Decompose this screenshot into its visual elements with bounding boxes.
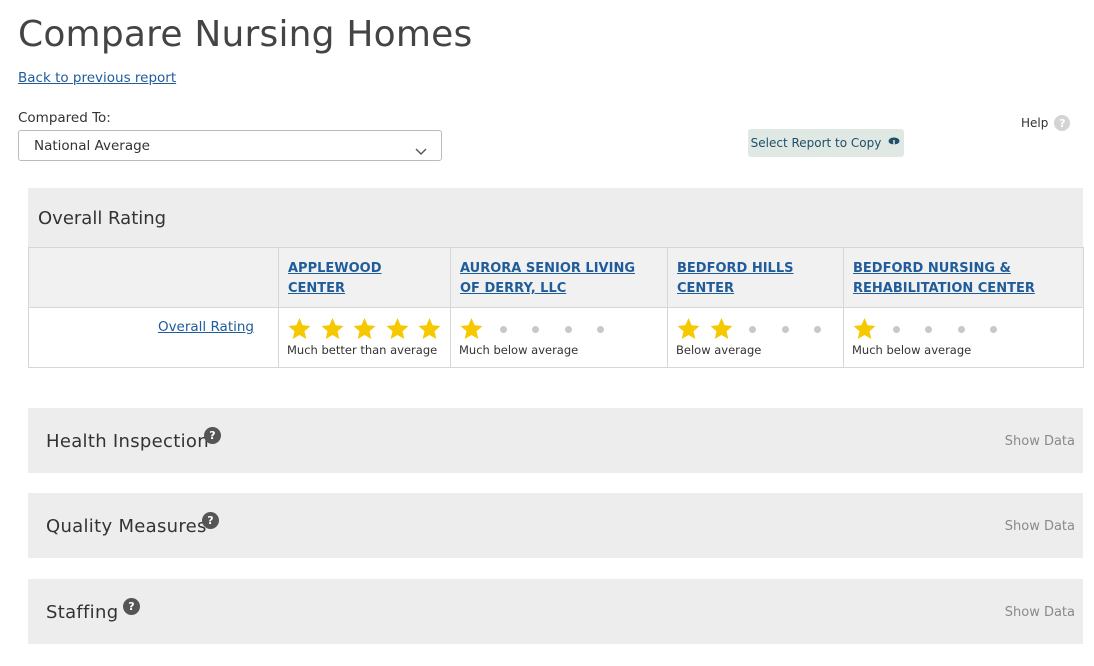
star-empty-dot-icon — [557, 317, 590, 341]
rating-description: Much better than average — [287, 343, 438, 357]
back-to-previous-report-link[interactable]: Back to previous report — [18, 70, 176, 86]
select-report-to-copy-button[interactable]: Select Report to Copy — [748, 129, 904, 157]
star-empty-dot-icon — [492, 317, 525, 341]
compared-to-selected-value: National Average — [34, 138, 150, 154]
star-empty-dot-icon — [885, 317, 918, 341]
star-rating — [676, 317, 839, 341]
rating-cell: Below average — [667, 307, 844, 368]
page-title: Compare Nursing Homes — [18, 14, 473, 55]
facility-link[interactable]: APPLEWOOD CENTER — [279, 248, 450, 299]
compared-to-select[interactable]: National Average — [18, 130, 442, 161]
section-title: Quality Measures — [46, 516, 207, 537]
table-row: Overall Rating Much better than average … — [28, 307, 1084, 368]
quality-measures-panel: Quality Measures ? Show Data — [28, 493, 1083, 558]
star-rating — [459, 317, 622, 341]
rating-cell: Much better than average — [278, 307, 451, 368]
compared-to-label: Compared To: — [18, 110, 111, 126]
show-data-link[interactable]: Show Data — [1005, 605, 1075, 620]
question-icon[interactable]: ? — [204, 427, 221, 444]
star-filled-icon — [320, 317, 353, 341]
help-label: Help — [1021, 116, 1049, 130]
star-empty-dot-icon — [524, 317, 557, 341]
star-empty-dot-icon — [806, 317, 839, 341]
star-empty-dot-icon — [917, 317, 950, 341]
overall-rating-panel: Overall Rating APPLEWOOD CENTER AURORA S… — [28, 188, 1084, 368]
star-empty-dot-icon — [589, 317, 622, 341]
facility-link[interactable]: BEDFORD HILLS CENTER — [668, 248, 843, 299]
rating-description: Much below average — [459, 343, 579, 357]
star-empty-dot-icon — [982, 317, 1015, 341]
row-label-cell: Overall Rating — [28, 307, 279, 368]
star-filled-icon — [852, 317, 885, 341]
star-filled-icon — [385, 317, 418, 341]
overall-rating-table: APPLEWOOD CENTER AURORA SENIOR LIVING OF… — [28, 247, 1084, 368]
question-icon: ? — [1054, 115, 1071, 131]
table-header-row: APPLEWOOD CENTER AURORA SENIOR LIVING OF… — [28, 247, 1084, 308]
question-icon[interactable]: ? — [123, 598, 140, 615]
copy-button-label: Select Report to Copy — [750, 136, 882, 150]
facility-header: BEDFORD HILLS CENTER — [667, 247, 844, 308]
section-title: Staffing — [46, 602, 119, 623]
star-filled-icon — [676, 317, 709, 341]
star-empty-dot-icon — [741, 317, 774, 341]
staffing-panel: Staffing ? Show Data — [28, 579, 1083, 644]
question-icon[interactable]: ? — [202, 512, 219, 529]
empty-header-cell — [28, 247, 279, 308]
facility-link[interactable]: AURORA SENIOR LIVING OF DERRY, LLC — [451, 248, 667, 299]
star-rating — [287, 317, 450, 341]
star-filled-icon — [459, 317, 492, 341]
star-filled-icon — [352, 317, 385, 341]
star-filled-icon — [709, 317, 742, 341]
facility-header: APPLEWOOD CENTER — [278, 247, 451, 308]
rating-cell: Much below average — [843, 307, 1084, 368]
overall-rating-title: Overall Rating — [38, 208, 167, 229]
facility-header: BEDFORD NURSING & REHABILITATION CENTER — [843, 247, 1084, 308]
star-rating — [852, 317, 1015, 341]
overall-rating-row-link[interactable]: Overall Rating — [158, 319, 254, 335]
show-data-link[interactable]: Show Data — [1005, 434, 1075, 449]
rating-description: Much below average — [852, 343, 972, 357]
chevron-down-icon — [415, 141, 427, 160]
rating-description: Below average — [676, 343, 762, 357]
copy-icon — [887, 136, 901, 151]
show-data-link[interactable]: Show Data — [1005, 519, 1075, 534]
facility-header: AURORA SENIOR LIVING OF DERRY, LLC — [450, 247, 668, 308]
star-filled-icon — [287, 317, 320, 341]
star-empty-dot-icon — [774, 317, 807, 341]
rating-cell: Much below average — [450, 307, 668, 368]
star-filled-icon — [417, 317, 450, 341]
facility-link[interactable]: BEDFORD NURSING & REHABILITATION CENTER — [844, 248, 1083, 299]
star-empty-dot-icon — [950, 317, 983, 341]
health-inspection-panel: Health Inspection ? Show Data — [28, 408, 1083, 473]
help-link[interactable]: Help ? — [1021, 115, 1071, 131]
section-title: Health Inspection — [46, 431, 209, 452]
